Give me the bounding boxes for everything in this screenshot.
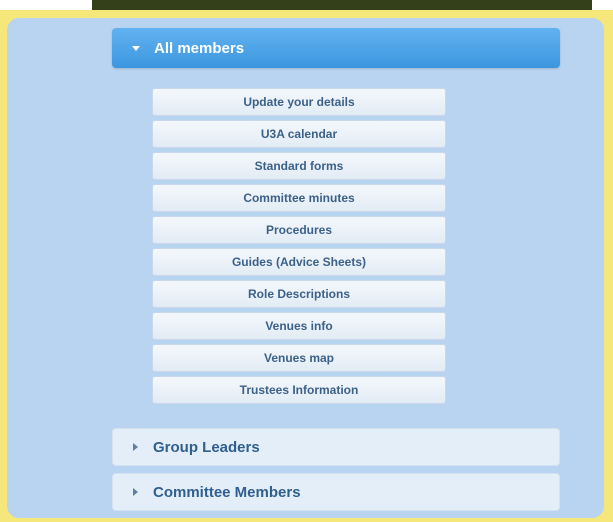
caret-right-icon (133, 488, 138, 496)
menu-item-standard-forms[interactable]: Standard forms (152, 152, 446, 180)
committee-members-header[interactable]: Committee Members (112, 473, 560, 511)
menu-item-u3a-calendar[interactable]: U3A calendar (152, 120, 446, 148)
caret-right-icon (133, 443, 138, 451)
group-leaders-header[interactable]: Group Leaders (112, 428, 560, 466)
menu-item-committee-minutes[interactable]: Committee minutes (152, 184, 446, 212)
menu-item-role-descriptions[interactable]: Role Descriptions (152, 280, 446, 308)
menu-item-venues-info[interactable]: Venues info (152, 312, 446, 340)
menu-item-guides[interactable]: Guides (Advice Sheets) (152, 248, 446, 276)
menu-item-procedures[interactable]: Procedures (152, 216, 446, 244)
menu-item-trustees-information[interactable]: Trustees Information (152, 376, 446, 404)
menu-item-venues-map[interactable]: Venues map (152, 344, 446, 372)
caret-down-icon (132, 45, 140, 51)
committee-members-label: Committee Members (153, 483, 301, 501)
all-members-header[interactable]: All members (112, 28, 560, 68)
all-members-menu: Update your details U3A calendar Standar… (152, 88, 446, 408)
group-leaders-label: Group Leaders (153, 438, 260, 456)
all-members-label: All members (154, 39, 245, 57)
menu-item-update-your-details[interactable]: Update your details (152, 88, 446, 116)
